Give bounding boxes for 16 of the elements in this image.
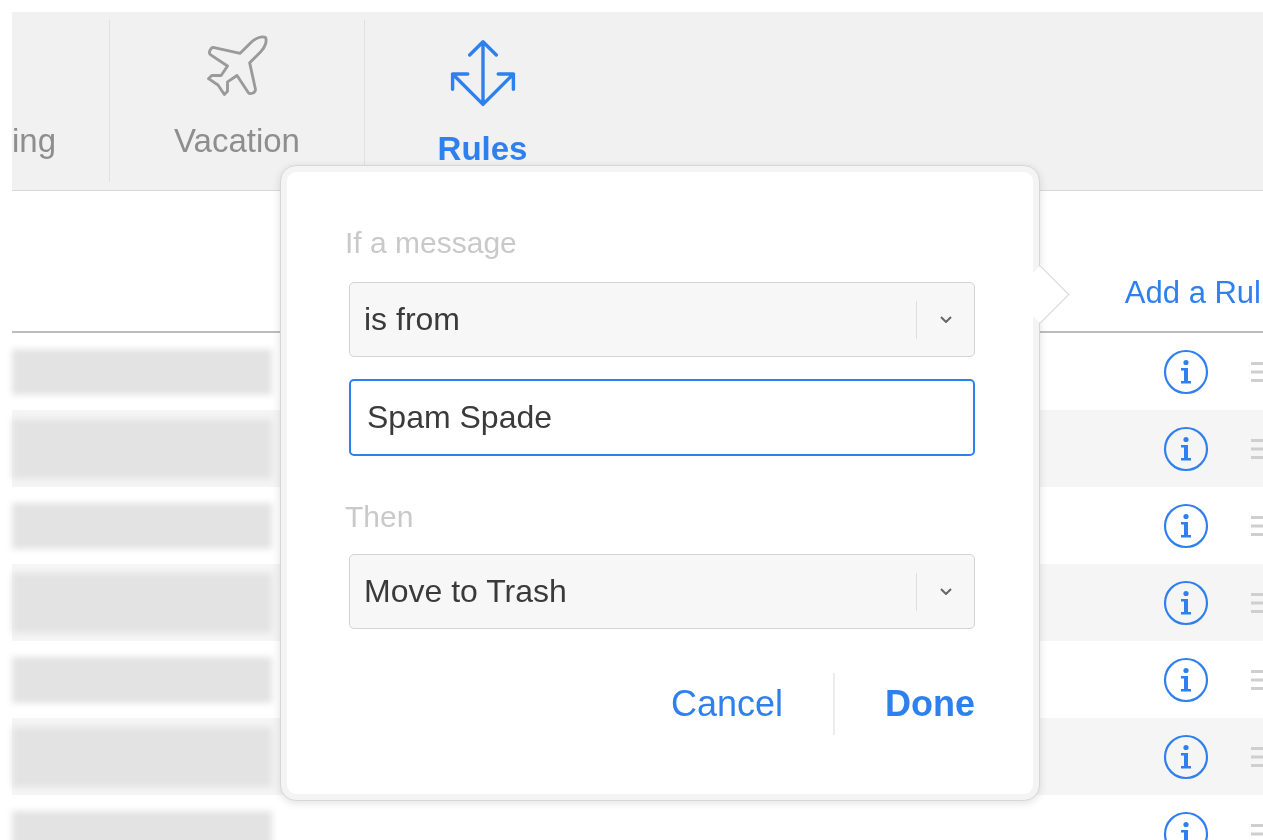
add-rule-link[interactable]: Add a Rul (1124, 275, 1261, 311)
toolbar-tab[interactable]: ing (12, 20, 110, 182)
condition-select[interactable]: is from (349, 282, 975, 357)
info-icon[interactable] (1163, 579, 1209, 626)
chevron-down-icon (940, 316, 952, 323)
done-button[interactable]: Done (885, 683, 975, 725)
sender-field[interactable]: Spam Spade (349, 379, 975, 456)
info-icon[interactable] (1163, 502, 1209, 549)
toolbar-tab[interactable]: Rules (365, 12, 600, 190)
cancel-button[interactable]: Cancel (670, 683, 783, 725)
info-icon[interactable] (1163, 348, 1209, 395)
info-icon[interactable] (1163, 425, 1209, 472)
info-icon[interactable] (1163, 733, 1209, 780)
chevron-down-icon (940, 588, 952, 595)
action-select[interactable]: Move to Trash (349, 554, 975, 629)
info-icon[interactable] (1163, 656, 1209, 703)
